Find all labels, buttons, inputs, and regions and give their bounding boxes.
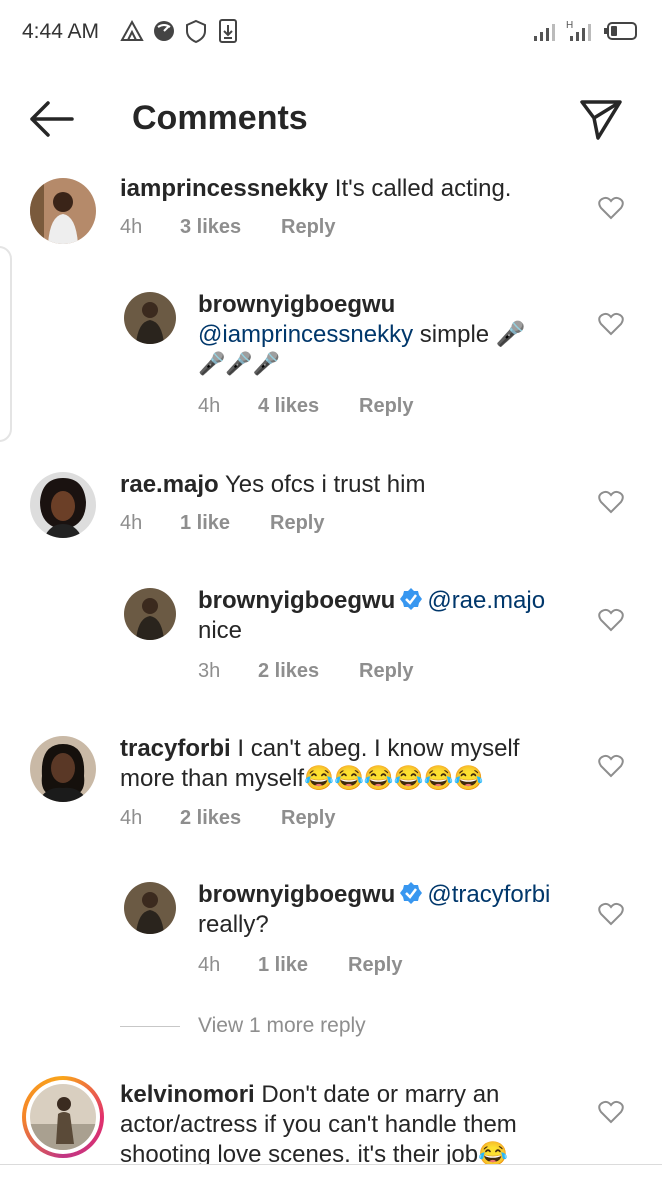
comment-text: brownyigboegwu @iamprincessnekky simple … <box>198 290 578 380</box>
avatar-story-ring[interactable] <box>22 1076 104 1158</box>
comment-body-line2: nice <box>198 617 243 644</box>
comment-username[interactable]: kelvinomori <box>120 1081 255 1108</box>
battery-icon <box>604 22 637 40</box>
comment-body: Don't date or marry an <box>254 1081 500 1108</box>
reply-button[interactable]: Reply <box>359 660 413 683</box>
comment-time: 4h <box>198 954 221 976</box>
comment-text: iamprincessnekky It's called acting. <box>120 174 511 204</box>
comment-time: 3h <box>198 660 221 682</box>
comment-body: simple 🎤 <box>413 321 526 348</box>
comment-mention[interactable]: @tracyforbi <box>427 881 550 908</box>
comment-likes[interactable]: 3 likes <box>180 216 281 239</box>
reply-button[interactable]: Reply <box>281 216 335 239</box>
comment-text: kelvinomori Don't date or marry an actor… <box>120 1080 580 1164</box>
comment-username[interactable]: rae.majo <box>120 471 219 498</box>
comment-time: 4h <box>120 807 143 829</box>
comment-item: kelvinomori Don't date or marry an actor… <box>0 1076 662 1164</box>
avatar[interactable] <box>30 472 96 538</box>
comment-body: It's called acting. <box>328 175 512 202</box>
comment-username[interactable]: brownyigboegwu <box>198 587 395 614</box>
comment-meta: 4h 1 like Reply <box>198 954 402 977</box>
comment-meta: 3h 2 likes Reply <box>198 660 413 683</box>
avatar[interactable] <box>124 882 176 934</box>
comment-body-line3: shooting love scenes. it's their job😂 <box>120 1141 508 1164</box>
comment-likes[interactable]: 2 likes <box>180 807 281 830</box>
comment-body: Yes ofcs i trust him <box>218 471 426 498</box>
heart-icon[interactable] <box>598 490 624 514</box>
comments-header: Comments <box>0 72 662 164</box>
comment-body-line2: more than myself😂😂😂😂😂😂 <box>120 765 484 792</box>
verified-badge-icon <box>400 882 423 904</box>
comment-likes[interactable]: 1 like <box>180 512 270 535</box>
send-icon[interactable] <box>576 94 626 144</box>
comment-time: 4h <box>198 395 221 417</box>
edge-panel-handle[interactable] <box>0 246 12 442</box>
avatar <box>30 1084 96 1150</box>
status-right-icons: H <box>532 18 640 44</box>
comment-likes[interactable]: 2 likes <box>258 660 359 683</box>
comment-meta: 4h 4 likes Reply <box>198 395 413 418</box>
status-bar: 4:44 AM H <box>0 0 662 66</box>
comment-time: 4h <box>120 216 143 238</box>
heart-icon[interactable] <box>598 902 624 926</box>
status-left-icons <box>120 18 240 44</box>
comment-text: rae.majo Yes ofcs i trust him <box>120 470 425 500</box>
comment-text: brownyigboegwu @rae.majo nice <box>198 586 578 646</box>
delta-icon <box>120 19 144 41</box>
reply-button[interactable]: Reply <box>270 512 324 535</box>
comment-body-line2: 🎤🎤🎤 <box>198 352 281 377</box>
avatar[interactable] <box>124 292 176 344</box>
avatar[interactable] <box>30 736 96 802</box>
speedometer-icon <box>154 21 174 41</box>
svg-text:H: H <box>566 20 573 31</box>
reply-button[interactable]: Reply <box>348 954 402 977</box>
status-time: 4:44 AM <box>22 20 100 43</box>
comment-likes[interactable]: 4 likes <box>258 395 359 418</box>
comment-username[interactable]: tracyforbi <box>120 735 231 762</box>
bottom-divider <box>0 1164 662 1165</box>
comment-body: I can't abeg. I know myself <box>230 735 520 762</box>
verified-badge-icon <box>400 588 423 610</box>
view-more-divider <box>120 1025 180 1027</box>
comment-text: brownyigboegwu @tracyforbi really? <box>198 880 578 940</box>
view-more-replies[interactable]: View 1 more reply <box>120 1014 366 1038</box>
back-arrow-icon[interactable] <box>26 94 78 144</box>
comment-time: 4h <box>120 512 143 534</box>
comment-mention[interactable]: @rae.majo <box>427 587 545 614</box>
avatar[interactable] <box>124 588 176 640</box>
heart-icon[interactable] <box>598 312 624 336</box>
comment-likes[interactable]: 1 like <box>258 954 348 977</box>
avatar[interactable] <box>30 178 96 244</box>
signal-icon <box>534 24 555 41</box>
heart-icon[interactable] <box>598 196 624 220</box>
comment-username[interactable]: brownyigboegwu <box>198 881 395 908</box>
comment-mention[interactable]: @iamprincessnekky <box>198 321 413 348</box>
page-title: Comments <box>132 99 308 137</box>
reply-button[interactable]: Reply <box>281 807 335 830</box>
download-icon <box>219 19 237 43</box>
heart-icon[interactable] <box>598 754 624 778</box>
view-more-label: View 1 more reply <box>198 1014 366 1037</box>
heart-icon[interactable] <box>598 608 624 632</box>
comment-username[interactable]: brownyigboegwu <box>198 291 395 318</box>
comment-meta: 4h 2 likes Reply <box>120 807 335 830</box>
comment-meta: 4h 3 likes Reply <box>120 216 335 239</box>
comment-meta: 4h 1 like Reply <box>120 512 324 535</box>
heart-icon[interactable] <box>598 1100 624 1124</box>
signal-hd-icon: H <box>566 20 591 41</box>
comment-username[interactable]: iamprincessnekky <box>120 175 328 202</box>
comment-body-line2: actor/actress if you can't handle them <box>120 1111 517 1138</box>
comment-body-line2: really? <box>198 911 269 938</box>
shield-icon <box>186 19 206 44</box>
reply-button[interactable]: Reply <box>359 395 413 418</box>
comment-text: tracyforbi I can't abeg. I know myself m… <box>120 734 560 794</box>
